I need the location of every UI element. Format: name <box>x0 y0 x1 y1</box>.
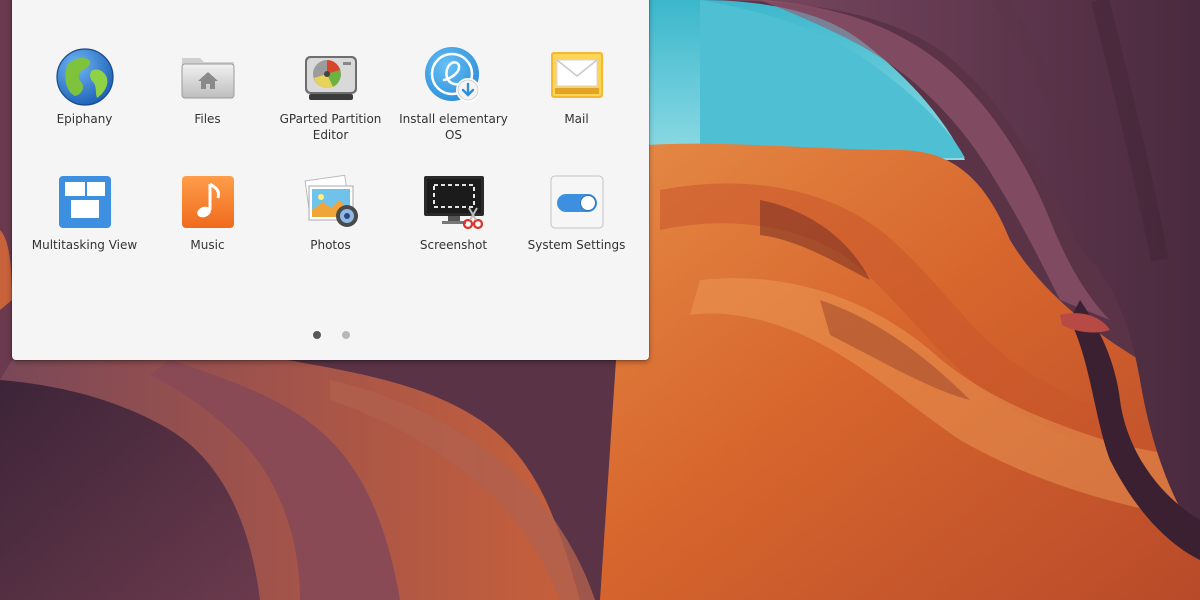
page-indicator <box>12 331 650 339</box>
app-grid: Epiphany Files GParted Partition Editor … <box>23 44 638 296</box>
app-tile-files[interactable]: Files <box>146 44 269 170</box>
gparted-disk-icon <box>299 44 363 108</box>
app-label: Install elementary OS <box>399 112 508 142</box>
multitasking-view-icon <box>53 170 117 234</box>
app-label: Photos <box>310 238 351 252</box>
app-label: Epiphany <box>56 112 113 126</box>
applications-menu: Epiphany Files GParted Partition Editor … <box>12 0 649 360</box>
app-tile-multitasking-view[interactable]: Multitasking View <box>23 170 146 296</box>
page-dot-2[interactable] <box>342 331 350 339</box>
app-tile-mail[interactable]: Mail <box>515 44 638 170</box>
app-label: Multitasking View <box>31 238 138 252</box>
app-tile-music[interactable]: Music <box>146 170 269 296</box>
app-label: Files <box>194 112 221 126</box>
app-label: Screenshot <box>419 238 488 252</box>
app-tile-photos[interactable]: Photos <box>269 170 392 296</box>
mail-envelope-icon <box>545 44 609 108</box>
app-label: GParted Partition Editor <box>279 112 382 142</box>
app-tile-epiphany[interactable]: Epiphany <box>23 44 146 170</box>
app-tile-screenshot[interactable]: Screenshot <box>392 170 515 296</box>
app-label: Music <box>190 238 225 252</box>
epiphany-globe-icon <box>53 44 117 108</box>
files-folder-icon <box>176 44 240 108</box>
app-label: System Settings <box>527 238 626 252</box>
system-settings-toggle-icon <box>545 170 609 234</box>
app-label: Mail <box>564 112 589 126</box>
screenshot-icon <box>422 170 486 234</box>
page-dot-1[interactable] <box>313 331 321 339</box>
photos-icon <box>299 170 363 234</box>
app-tile-install-elementary-os[interactable]: Install elementary OS <box>392 44 515 170</box>
previous-row-labels <box>12 0 649 4</box>
music-note-icon <box>176 170 240 234</box>
app-tile-gparted[interactable]: GParted Partition Editor <box>269 44 392 170</box>
installer-icon <box>422 44 486 108</box>
app-tile-system-settings[interactable]: System Settings <box>515 170 638 296</box>
